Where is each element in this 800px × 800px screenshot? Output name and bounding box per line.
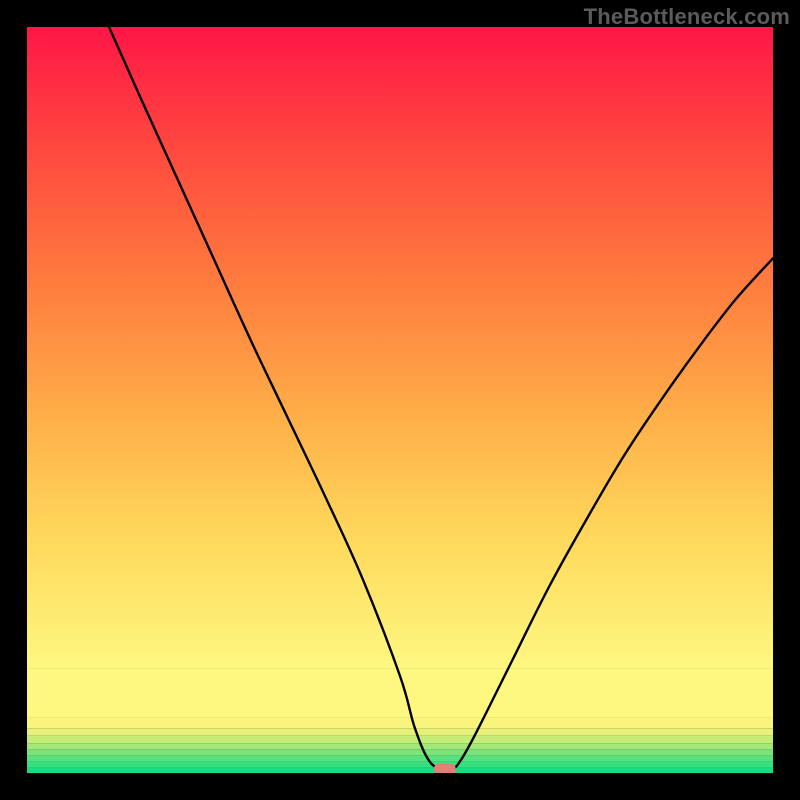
color-band [27,736,773,743]
color-band [27,717,773,728]
color-band [27,749,773,755]
minimum-marker [434,764,456,773]
color-band [27,767,773,773]
bottleneck-chart [27,27,773,773]
color-band [27,27,773,669]
color-band [27,755,773,761]
chart-frame: TheBottleneck.com [0,0,800,800]
color-band [27,728,773,735]
color-band [27,761,773,767]
color-band [27,743,773,749]
watermark-text: TheBottleneck.com [584,4,790,30]
